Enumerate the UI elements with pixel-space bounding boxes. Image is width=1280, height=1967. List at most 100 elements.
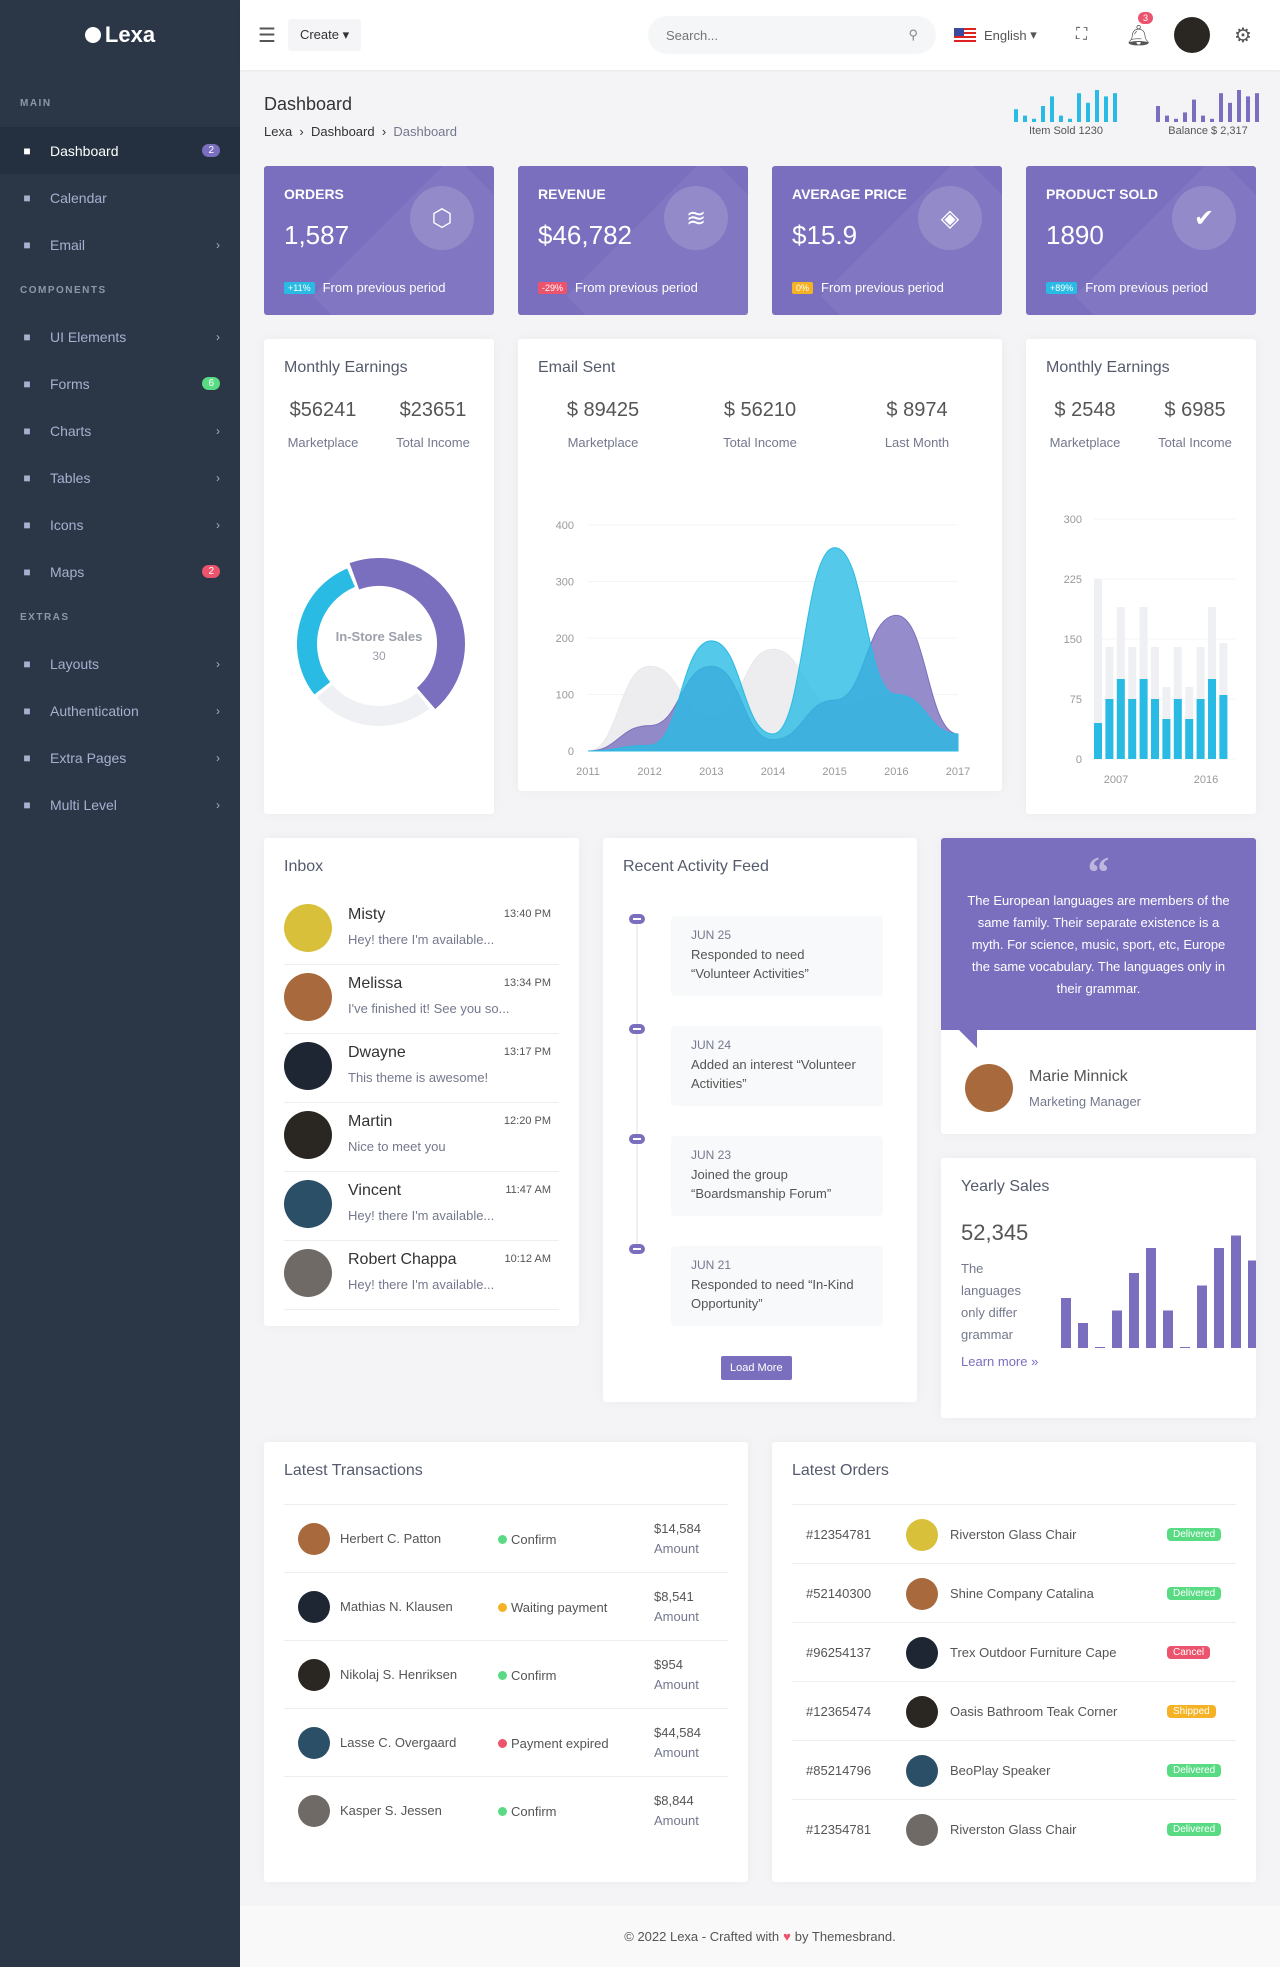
sidebar-item-extra-pages[interactable]: ■ Extra Pages › [0, 734, 240, 781]
avatar [298, 1591, 330, 1623]
sparkline-bar [1104, 96, 1108, 122]
order-row[interactable]: #96254137 Trex Outdoor Furniture Cape Canc… [792, 1622, 1236, 1681]
inbox-message[interactable]: Melissa I've finished it! See you so... 13… [284, 965, 559, 1034]
text-footer-before: © 2022 Lexa - Crafted with [624, 1929, 780, 1944]
transaction-row[interactable]: Herbert C. Patton Confirm $14,584 Amount [284, 1504, 728, 1572]
inbox-message[interactable]: Vincent Hey! there I'm available... 11:47 … [284, 1172, 559, 1241]
sidebar-item-tables[interactable]: ■ Tables › [0, 454, 240, 501]
y-tick-label: 200 [556, 633, 574, 645]
yearly-sales-bar-chart [1061, 1235, 1256, 1348]
sparkline-bar [1246, 96, 1250, 122]
text-stats-0-change: +11% [284, 281, 315, 294]
text-stats-3-change: +89% [1046, 281, 1078, 294]
latest-orders-card: Latest Orders #12354781 Riverston Glass Ch… [772, 1442, 1256, 1882]
sparkline-bar [1183, 112, 1187, 122]
inbox-message[interactable]: Misty Hey! there I'm available... 13:40 PM [284, 896, 559, 965]
text-transactions-rows-1-amount_label: Amount [654, 1609, 699, 1624]
sidebar-item-layouts[interactable]: ■ Layouts › [0, 640, 240, 687]
order-row[interactable]: #85214796 BeoPlay Speaker Delivered [792, 1740, 1236, 1799]
bell-icon[interactable]: 🔔︎ 3 [1126, 0, 1154, 70]
sidebar-section-label: MAIN [20, 98, 52, 109]
create-dropdown[interactable]: Create ▾ [287, 19, 362, 51]
avatar [284, 1042, 332, 1090]
chevron-right-icon: › [216, 797, 220, 812]
text-sidebar-items-11-label: Extra Pages [50, 749, 127, 766]
timeline-dot [629, 1024, 645, 1034]
sidebar-item-authentication[interactable]: ■ Authentication › [0, 687, 240, 734]
timeline-dot [629, 914, 645, 924]
text-page-breadcrumb-0[interactable]: Lexa [264, 124, 292, 139]
text-activity-items-1-date: JUN 24 [691, 1038, 732, 1052]
inbox-card: Inbox Misty Hey! there I'm available... 13:… [264, 838, 579, 1326]
text-orders-rows-1-product: Shine Company Catalina [950, 1586, 1094, 1601]
inbox-message[interactable]: Robert Chappa Hey! there I'm available...… [284, 1241, 559, 1310]
topbar: ☰ Create ▾ ⚲ English ▾ ⛶ 🔔︎3 ⚙ [240, 0, 1280, 70]
search-icon[interactable]: ⚲ [908, 27, 918, 43]
text-activity-items-1-text: Added an interest “Volunteer Activities” [691, 1057, 856, 1091]
order-row[interactable]: #52140300 Shine Company Catalina Delivered [792, 1563, 1236, 1622]
logo-icon [84, 27, 101, 43]
sidebar-item-charts[interactable]: ■ Charts › [0, 407, 240, 454]
sidebar-item-dashboard[interactable]: ■ Dashboard 2 [0, 127, 240, 174]
bar [1116, 679, 1125, 759]
avatar [906, 1814, 938, 1846]
language-dropdown[interactable]: English ▾ [954, 0, 1037, 70]
text-inbox-messages-2-name: Dwayne [348, 1044, 406, 1061]
bar [1129, 1273, 1139, 1348]
avatar [284, 973, 332, 1021]
email-sent-card: Email Sent $ 89425 Marketplace $ 56210 Tot… [518, 339, 1002, 791]
sidebar-item-ui-elements[interactable]: ■ UI Elements › [0, 313, 240, 360]
text-sidebar-items-4-label: Forms [50, 375, 90, 392]
transaction-row[interactable]: Nikolaj S. Henriksen Confirm $954 Amount [284, 1640, 728, 1708]
text-stats-3-title: PRODUCT SOLD [1046, 186, 1158, 202]
sparkline-bar [1255, 93, 1259, 122]
sidebar-item-email[interactable]: ■ Email › [0, 221, 240, 268]
bar [1231, 1235, 1241, 1348]
avatar [298, 1659, 330, 1691]
sidebar-item-icons[interactable]: ■ Icons › [0, 501, 240, 548]
transaction-row[interactable]: Kasper S. Jessen Confirm $8,844 Amount [284, 1776, 728, 1844]
transaction-row[interactable]: Lasse C. Overgaard Payment expired $44,584… [284, 1708, 728, 1776]
search-input[interactable] [666, 27, 886, 43]
learn-more-link[interactable]: Learn more » [961, 1352, 1041, 1372]
text-inbox-messages-0-name: Misty [348, 906, 386, 923]
sidebar-item-calendar[interactable]: ■ Calendar [0, 174, 240, 221]
monthly-earnings-card-2: Monthly Earnings $ 2548 Marketplace $ 698… [1026, 339, 1256, 814]
activity-item: JUN 21 Responded to need “In-Kind Opportu… [671, 1246, 883, 1326]
text-page-breadcrumb-1[interactable]: Dashboard [311, 124, 375, 139]
status-badge: Cancel [1167, 1646, 1211, 1659]
settings-gear-icon[interactable]: ⚙ [1234, 0, 1252, 70]
y-tick-label: 300 [1064, 514, 1082, 526]
avatar [906, 1755, 938, 1787]
load-more-button[interactable]: Load More [721, 1356, 792, 1380]
sidebar-item-forms[interactable]: ■ Forms 6 [0, 360, 240, 407]
quote-icon: “ [1087, 848, 1110, 897]
inbox-message[interactable]: Martin Nice to meet you 12:20 PM [284, 1103, 559, 1172]
text-inbox-messages-4-time: 11:47 AM [505, 1184, 551, 1196]
order-row[interactable]: #12365474 Oasis Bathroom Teak Corner Shipp… [792, 1681, 1236, 1740]
order-row[interactable]: #12354781 Riverston Glass Chair Delivered [792, 1504, 1236, 1563]
text-transactions-rows-0-status: Confirm [511, 1532, 557, 1547]
menu-icon[interactable]: ☰ [258, 23, 276, 48]
avatar [298, 1795, 330, 1827]
sidebar-item-multi-level[interactable]: ■ Multi Level › [0, 781, 240, 828]
logo[interactable]: Lexa [0, 0, 240, 70]
bar [1146, 1248, 1156, 1348]
chevron-right-icon: › [216, 656, 220, 671]
fullscreen-icon[interactable]: ⛶ [1076, 0, 1087, 70]
text-transactions-rows-3-amount: $44,584 [654, 1725, 701, 1740]
text-inbox-messages-0-time: 13:40 PM [503, 908, 551, 920]
user-avatar[interactable] [1174, 0, 1210, 70]
sparkline-bar [1210, 118, 1214, 122]
sidebar-item-maps[interactable]: ■ Maps 2 [0, 548, 240, 595]
avatar [298, 1523, 330, 1555]
text-activity-items-3-text: Responded to need “In-Kind Opportunity” [691, 1277, 854, 1311]
activity-item: JUN 23 Joined the group “Boardsmanship Fo… [671, 1136, 883, 1216]
inbox-message[interactable]: Dwayne This theme is awesome! 13:17 PM [284, 1034, 559, 1103]
clipboard-icon: ■ [23, 376, 31, 391]
order-row[interactable]: #12354781 Riverston Glass Chair Delivered [792, 1799, 1236, 1858]
transaction-row[interactable]: Mathias N. Klausen Waiting payment $8,541 A… [284, 1572, 728, 1640]
status-dot [498, 1739, 507, 1748]
bar [1208, 679, 1216, 759]
text-transactions-rows-2-amount_label: Amount [654, 1677, 699, 1692]
